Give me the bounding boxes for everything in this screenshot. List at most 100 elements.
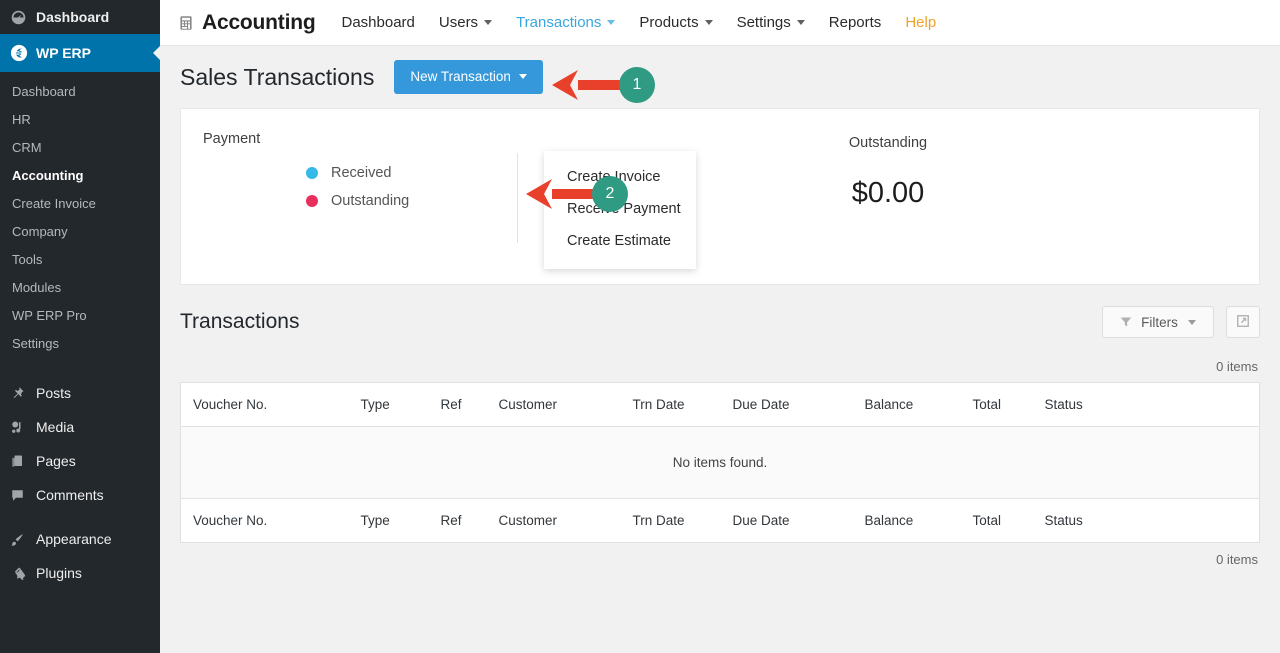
wperp-logo-icon xyxy=(10,44,36,62)
column-header-total[interactable]: Total xyxy=(972,382,1045,427)
sidebar-item-label: Appearance xyxy=(36,531,112,547)
transactions-actions: Filters xyxy=(1102,306,1260,338)
sidebar-subitem-company[interactable]: Company xyxy=(0,218,160,246)
table-header-row: Voucher No. Type Ref Customer Trn Date D… xyxy=(180,382,1260,427)
column-header-ref[interactable]: Ref xyxy=(440,382,499,427)
items-count-bottom: 0 items xyxy=(1216,552,1258,567)
column-header-due-date[interactable]: Due Date xyxy=(732,382,865,427)
wp-admin-sidebar: Dashboard WP ERP Dashboard HR CRM Accoun… xyxy=(0,0,161,653)
sidebar-submenu: Dashboard HR CRM Accounting Create Invoi… xyxy=(0,72,160,366)
sidebar-item-pages[interactable]: Pages xyxy=(0,444,160,478)
footer-column-voucher-no[interactable]: Voucher No. xyxy=(180,498,361,543)
sidebar-divider-2 xyxy=(0,512,160,522)
main-area: Accounting Dashboard Users Transactions … xyxy=(160,0,1280,653)
empty-message: No items found. xyxy=(180,426,1260,499)
sidebar-item-comments[interactable]: Comments xyxy=(0,478,160,512)
nav-label: Settings xyxy=(736,14,791,31)
column-header-trn-date[interactable]: Trn Date xyxy=(632,382,733,427)
transactions-header: Transactions Filters xyxy=(180,285,1260,359)
sidebar-item-appearance[interactable]: Appearance xyxy=(0,522,160,556)
legend-item-received: Received xyxy=(306,165,517,181)
media-icon xyxy=(10,420,36,435)
nav-label: Products xyxy=(639,14,699,31)
sidebar-subitem-settings[interactable]: Settings xyxy=(0,330,160,358)
sidebar-subitem-wp-erp-pro[interactable]: WP ERP Pro xyxy=(0,302,160,330)
filters-button[interactable]: Filters xyxy=(1102,306,1214,338)
chevron-down-icon xyxy=(1187,319,1196,325)
sidebar-item-label: Pages xyxy=(36,453,76,469)
pin-icon xyxy=(10,386,36,401)
sidebar-item-media[interactable]: Media xyxy=(0,410,160,444)
pages-icon xyxy=(10,454,36,469)
export-icon xyxy=(1236,314,1250,331)
column-header-balance[interactable]: Balance xyxy=(864,382,973,427)
sidebar-subitem-create-invoice[interactable]: Create Invoice xyxy=(0,190,160,218)
funnel-icon xyxy=(1120,316,1132,328)
create-estimate-menu-item[interactable]: Create Estimate xyxy=(544,225,696,257)
outstanding-amount: $0.00 xyxy=(851,177,925,209)
brush-icon xyxy=(10,532,36,547)
payment-section: Payment Received Outstanding xyxy=(181,109,517,284)
payment-summary-card: Payment Received Outstanding Outstanding… xyxy=(180,108,1260,285)
nav-item-reports[interactable]: Reports xyxy=(829,14,882,31)
sidebar-item-dashboard[interactable]: Dashboard xyxy=(0,0,160,34)
table-head: Voucher No. Type Ref Customer Trn Date D… xyxy=(180,382,1260,427)
nav-label: Transactions xyxy=(516,14,602,31)
column-header-type[interactable]: Type xyxy=(360,382,441,427)
items-count-top: 0 items xyxy=(1216,359,1258,374)
footer-column-total[interactable]: Total xyxy=(972,498,1045,543)
page-header: Sales Transactions New Transaction xyxy=(180,46,1260,108)
sidebar-item-plugins[interactable]: Plugins xyxy=(0,556,160,590)
column-header-customer[interactable]: Customer xyxy=(498,382,633,427)
plug-icon xyxy=(10,566,36,581)
nav-item-dashboard[interactable]: Dashboard xyxy=(342,14,415,31)
sidebar-item-label: Plugins xyxy=(36,565,82,581)
calculator-icon xyxy=(178,15,194,31)
sidebar-subitem-hr[interactable]: HR xyxy=(0,106,160,134)
transactions-title: Transactions xyxy=(180,310,300,333)
chevron-down-icon xyxy=(607,20,616,25)
nav-item-products[interactable]: Products xyxy=(639,14,713,31)
transactions-table: Voucher No. Type Ref Customer Trn Date D… xyxy=(180,382,1260,543)
sidebar-item-label: WP ERP xyxy=(36,45,91,61)
nav-item-settings[interactable]: Settings xyxy=(737,14,805,31)
nav-item-users[interactable]: Users xyxy=(438,14,493,31)
nav-item-transactions[interactable]: Transactions xyxy=(516,14,616,31)
new-transaction-button[interactable]: New Transaction xyxy=(394,60,543,94)
sidebar-subitem-tools[interactable]: Tools xyxy=(0,246,160,274)
footer-column-customer[interactable]: Customer xyxy=(498,498,633,543)
footer-column-due-date[interactable]: Due Date xyxy=(732,498,865,543)
sidebar-subitem-accounting[interactable]: Accounting xyxy=(0,162,160,190)
sidebar-item-label: Posts xyxy=(36,385,72,401)
receive-payment-menu-item[interactable]: Receive Payment xyxy=(544,193,696,225)
legend-dot-outstanding xyxy=(306,195,318,207)
table-foot: Voucher No. Type Ref Customer Trn Date D… xyxy=(180,498,1260,543)
brand: Accounting xyxy=(178,11,316,35)
footer-column-type[interactable]: Type xyxy=(360,498,441,543)
sidebar-item-label: Comments xyxy=(36,487,104,503)
nav-label: Dashboard xyxy=(341,14,415,31)
export-button[interactable] xyxy=(1226,306,1260,338)
sidebar-item-label: Dashboard xyxy=(36,9,110,25)
nav-label: Users xyxy=(438,14,479,31)
footer-column-ref[interactable]: Ref xyxy=(440,498,499,543)
column-header-voucher-no[interactable]: Voucher No. xyxy=(180,382,361,427)
sidebar-subitem-dashboard[interactable]: Dashboard xyxy=(0,78,160,106)
footer-column-status[interactable]: Status xyxy=(1044,498,1260,543)
footer-column-balance[interactable]: Balance xyxy=(864,498,973,543)
chevron-down-icon xyxy=(518,74,527,79)
column-header-status[interactable]: Status xyxy=(1044,382,1260,427)
footer-column-trn-date[interactable]: Trn Date xyxy=(632,498,733,543)
card-divider xyxy=(517,153,518,243)
comment-icon xyxy=(10,488,36,503)
nav-label: Reports xyxy=(828,14,882,31)
sidebar-item-posts[interactable]: Posts xyxy=(0,376,160,410)
payment-label: Payment xyxy=(203,131,261,147)
table-footer-row: Voucher No. Type Ref Customer Trn Date D… xyxy=(180,498,1260,543)
create-invoice-menu-item[interactable]: Create Invoice xyxy=(544,161,696,193)
nav-item-help[interactable]: Help xyxy=(905,14,936,31)
sidebar-item-wp-erp[interactable]: WP ERP xyxy=(0,34,161,72)
page-content: Sales Transactions New Transaction Payme… xyxy=(160,46,1280,575)
sidebar-subitem-crm[interactable]: CRM xyxy=(0,134,160,162)
sidebar-subitem-modules[interactable]: Modules xyxy=(0,274,160,302)
